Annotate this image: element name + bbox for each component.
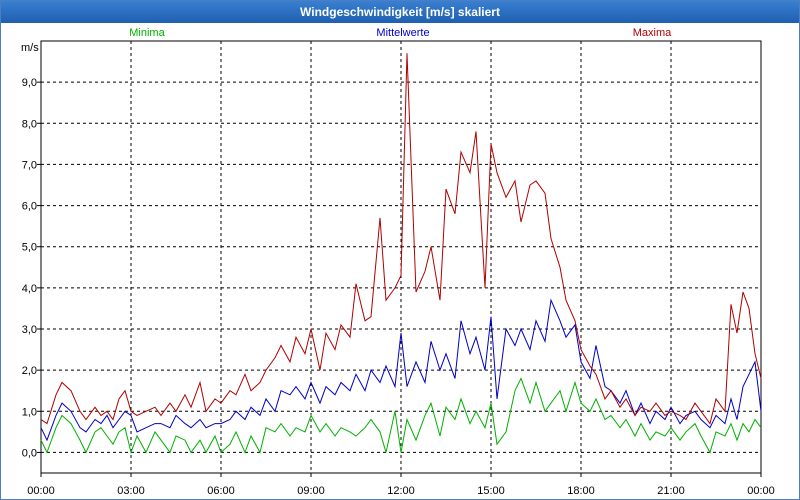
y-tick-label: 7,0 <box>22 159 37 171</box>
x-tick-time-label: 06:00 <box>207 485 235 497</box>
x-tick-time-label: 00:00 <box>27 485 55 497</box>
x-tick-time-label: 00:00 <box>747 485 775 497</box>
y-tick-label: 6,0 <box>22 201 37 213</box>
y-tick-label: 3,0 <box>22 324 37 336</box>
y-tick-label: 2,0 <box>22 365 37 377</box>
y-tick-label: 5,0 <box>22 242 37 254</box>
y-tick-label: 0,0 <box>22 447 37 459</box>
legend-maxima: Maxima <box>633 27 672 39</box>
x-tick-time-label: 03:00 <box>117 485 145 497</box>
y-tick-label: 4,0 <box>22 283 37 295</box>
x-tick-time-label: 21:00 <box>657 485 685 497</box>
y-axis-unit-label: m/s <box>21 42 39 54</box>
y-tick-label: 8,0 <box>22 118 37 130</box>
legend-minima: Minima <box>129 27 165 39</box>
chart-window: Windgeschwindigkeit [m/s] skaliert 0,0 1,… <box>0 0 800 500</box>
x-tick-time-label: 12:00 <box>387 485 415 497</box>
legend-mittelwerte: Mittelwerte <box>376 27 429 39</box>
window-title-bar: Windgeschwindigkeit [m/s] skaliert <box>1 1 799 23</box>
wind-speed-chart: 0,01,02,03,04,05,06,07,08,09,000:0004.07… <box>21 27 775 497</box>
x-tick-time-label: 18:00 <box>567 485 595 497</box>
x-tick-time-label: 09:00 <box>297 485 325 497</box>
y-tick-label: 1,0 <box>22 406 37 418</box>
x-tick-time-label: 15:00 <box>477 485 505 497</box>
y-tick-label: 9,0 <box>22 77 37 89</box>
